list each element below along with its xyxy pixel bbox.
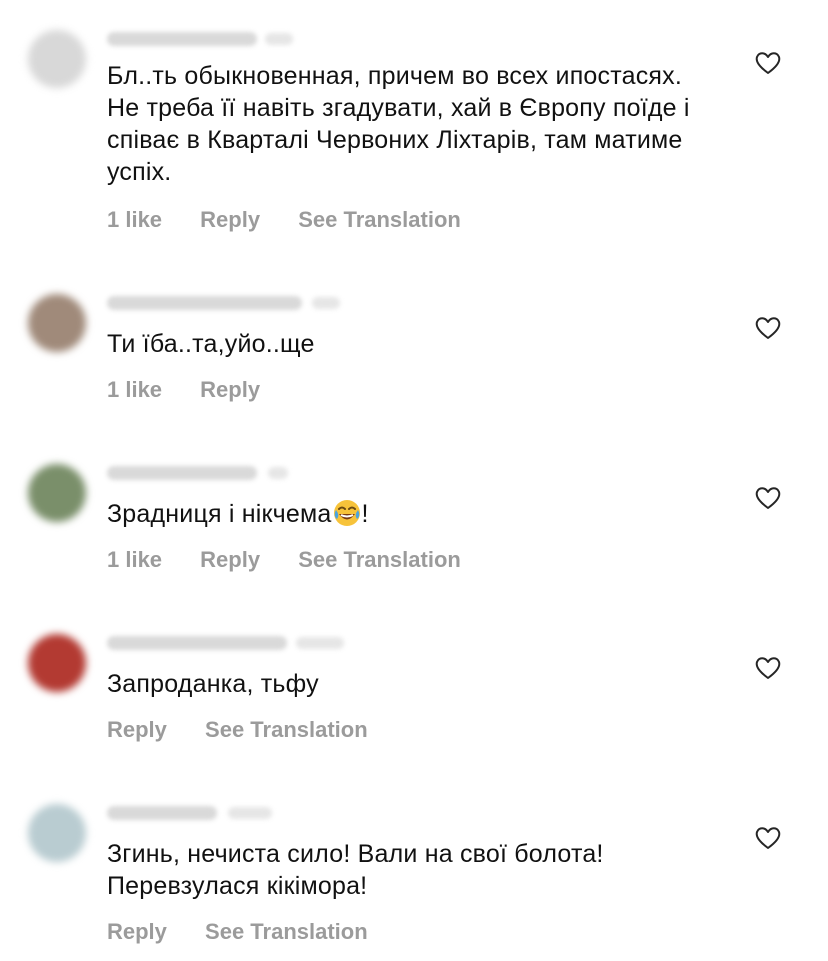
heart-outline-icon[interactable] — [755, 316, 781, 340]
heart-outline-icon[interactable] — [755, 51, 781, 75]
comment-text-main: Зрадниця і нікчема — [107, 500, 332, 528]
username-blurred[interactable] — [107, 32, 257, 46]
username-blurred[interactable] — [107, 636, 287, 650]
see-translation-button[interactable]: See Translation — [298, 207, 461, 232]
reply-button[interactable]: Reply — [107, 919, 167, 944]
reply-button[interactable]: Reply — [107, 717, 167, 742]
see-translation-button[interactable]: See Translation — [298, 547, 461, 572]
timestamp-blurred — [265, 33, 293, 45]
see-translation-button[interactable]: See Translation — [205, 717, 368, 742]
username-blurred[interactable] — [107, 466, 257, 480]
like-count[interactable]: 1 like — [107, 547, 162, 572]
comment-actions: 1 like Reply See Translation — [107, 547, 493, 573]
avatar[interactable] — [28, 634, 86, 692]
heart-outline-icon[interactable] — [755, 486, 781, 510]
comment-actions: 1 like Reply — [107, 377, 292, 403]
comment-text: Згинь, нечиста сило! Вали на свої болота… — [107, 840, 604, 900]
timestamp-blurred — [312, 297, 340, 309]
username-blurred[interactable] — [107, 806, 217, 820]
comment-actions: 1 like Reply See Translation — [107, 207, 493, 233]
heart-outline-icon[interactable] — [755, 656, 781, 680]
like-count[interactable]: 1 like — [107, 377, 162, 402]
heart-outline-icon[interactable] — [755, 826, 781, 850]
see-translation-button[interactable]: See Translation — [205, 919, 368, 944]
avatar[interactable] — [28, 804, 86, 862]
like-count[interactable]: 1 like — [107, 207, 162, 232]
comment-text: Запроданка, тьфу — [107, 670, 319, 698]
username-blurred[interactable] — [107, 296, 302, 310]
comment-text-suffix: ! — [361, 500, 369, 528]
avatar[interactable] — [28, 30, 86, 88]
comment-actions: Reply See Translation — [107, 919, 400, 945]
face-with-tears-of-joy-icon — [333, 500, 360, 526]
avatar[interactable] — [28, 464, 86, 522]
timestamp-blurred — [296, 637, 344, 649]
reply-button[interactable]: Reply — [200, 547, 260, 572]
reply-button[interactable]: Reply — [200, 377, 260, 402]
comment-text: Зрадниця і нікчема ! — [107, 498, 727, 530]
reply-button[interactable]: Reply — [200, 207, 260, 232]
timestamp-blurred — [268, 467, 288, 479]
comment-text: Бл..ть обыкновенная, причем во всех ипос… — [107, 62, 690, 186]
comment-actions: Reply See Translation — [107, 717, 400, 743]
avatar[interactable] — [28, 294, 86, 352]
timestamp-blurred — [228, 807, 272, 819]
comment-text: Ти їба..та,уйо..ще — [107, 330, 315, 358]
